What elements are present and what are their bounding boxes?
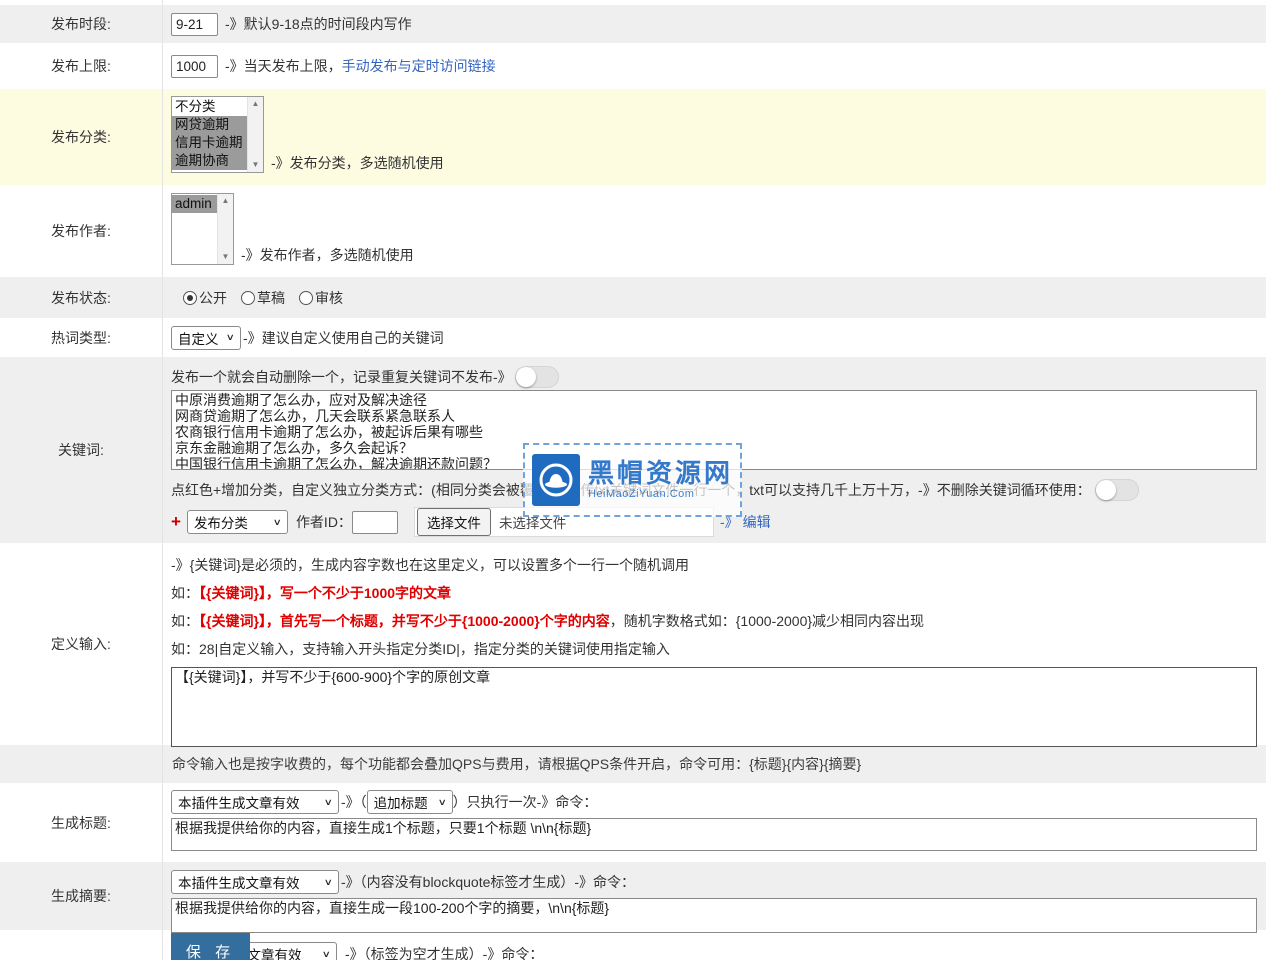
watermark-title: 黑帽资源网 xyxy=(588,460,733,487)
publish-limit-hint: -》当天发布上限， xyxy=(225,56,342,76)
add-category-button[interactable]: + xyxy=(171,512,181,532)
radio-draft[interactable] xyxy=(241,291,255,305)
listbox-scrollbar[interactable]: ▲ ▼ xyxy=(217,194,233,264)
define-input-hint3: 如：【{关键词}】，首先写一个标题，并写不少于{1000-2000}个字的内容，… xyxy=(171,611,1266,631)
auto-delete-toggle[interactable] xyxy=(515,366,559,388)
row-publish-status: 发布状态: 公开 草稿 审核 xyxy=(0,277,1266,318)
chevron-down-icon: ∨ xyxy=(226,332,235,343)
row-define-input: 定义输入: -》{关键词}是必须的，生成内容字数也在这里定义，可以设置多个一行一… xyxy=(0,543,1266,745)
category-option[interactable]: 网贷逾期 xyxy=(172,116,247,134)
row-hotword-type: 热词类型: 自定义 ∨ -》建议自定义使用自己的关键词 xyxy=(0,318,1266,357)
radio-draft-label: 草稿 xyxy=(257,288,285,308)
define-input-label: 定义输入: xyxy=(51,634,111,654)
publish-time-input[interactable] xyxy=(171,13,218,36)
keep-keywords-toggle[interactable] xyxy=(1095,479,1139,501)
row-publish-limit: 发布上限: -》当天发布上限， 手动发布与定时访问链接 xyxy=(0,43,1266,89)
auto-delete-hint: 发布一个就会自动删除一个，记录重复关键词不发布-》 xyxy=(171,367,512,387)
radio-review[interactable] xyxy=(299,291,313,305)
row-gen-title: 生成标题: 本插件生成文章有效 ∨ -》（ 追加标题 ∨ ）只执行一次-》命令：… xyxy=(0,783,1266,862)
category-option[interactable]: 信用卡逾期 xyxy=(172,134,247,152)
publish-author-label: 发布作者: xyxy=(51,221,111,241)
watermark-url: HeiMaoZiYuan.Com xyxy=(588,488,733,500)
row-publish-category: 发布分类: 不分类 网贷逾期 信用卡逾期 逾期协商 ▲ ▼ -》发布分类，多选随… xyxy=(0,89,1266,185)
listbox-scrollbar[interactable]: ▲ ▼ xyxy=(247,97,263,172)
publish-status-label: 发布状态: xyxy=(51,288,111,308)
define-input-hint1: -》{关键词}是必须的，生成内容字数也在这里定义，可以设置多个一行一个随机调用 xyxy=(171,555,1266,575)
gen-summary-after-text: -》（内容没有blockquote标签才生成）-》命令： xyxy=(341,872,635,892)
chevron-down-icon: ∨ xyxy=(322,949,331,960)
define-input-textarea[interactable]: 【{关键词}】，并写不少于{600-900}个字的原创文章 xyxy=(171,667,1257,747)
chevron-down-icon: ∨ xyxy=(324,877,333,888)
chevron-down-icon: ∨ xyxy=(324,797,333,808)
gen-title-label: 生成标题: xyxy=(51,813,111,833)
publish-author-hint: -》发布作者，多选随机使用 xyxy=(241,245,414,265)
gen-title-textarea[interactable]: 根据我提供给你的内容，直接生成1个标题，只要1个标题 \n\n{标题} xyxy=(171,818,1257,851)
gen-title-after-text: ）只执行一次-》命令： xyxy=(453,792,598,812)
hat-logo-icon xyxy=(532,454,580,506)
publish-category-hint: -》发布分类，多选随机使用 xyxy=(271,153,444,173)
keyword-category-select[interactable]: 发布分类 ∨ xyxy=(187,510,288,534)
gen-title-mid-text: -》（ xyxy=(341,792,367,812)
hotword-type-label: 热词类型: xyxy=(51,328,111,348)
gen-title-mode-select[interactable]: 本插件生成文章有效 ∨ xyxy=(171,790,339,814)
publish-time-hint: -》默认9-18点的时间段内写作 xyxy=(225,14,412,34)
author-id-input[interactable] xyxy=(352,511,398,534)
choose-file-button[interactable]: 选择文件 xyxy=(417,508,491,536)
publish-author-listbox[interactable]: admin ▲ ▼ xyxy=(171,193,234,265)
radio-public-label: 公开 xyxy=(199,288,227,308)
publish-limit-input[interactable] xyxy=(171,55,218,78)
row-gen-summary: 生成摘要: 本插件生成文章有效 ∨ -》（内容没有blockquote标签才生成… xyxy=(0,862,1266,930)
author-id-label: 作者ID： xyxy=(296,512,352,532)
chevron-down-icon: ∨ xyxy=(273,517,282,528)
hotword-type-hint: -》建议自定义使用自己的关键词 xyxy=(243,328,444,348)
example-red-text: 【{关键词}】，首先写一个标题，并写不少于{1000-2000}个字的内容 xyxy=(199,613,610,629)
author-option[interactable]: admin xyxy=(172,195,217,213)
define-input-hint4: 如：28|自定义输入，支持输入开头指定分类ID|，指定分类的关键词使用指定输入 xyxy=(171,639,1266,659)
plugin-settings-page: 发布时段: -》默认9-18点的时间段内写作 发布上限: -》当天发布上限， 手… xyxy=(0,0,1266,960)
publish-time-label: 发布时段: xyxy=(51,14,111,34)
row-publish-author: 发布作者: admin ▲ ▼ -》发布作者，多选随机使用 xyxy=(0,185,1266,277)
gen-title-append-select[interactable]: 追加标题 ∨ xyxy=(367,790,453,814)
gen-tag-after-text: -》（标签为空才生成）-》命令： xyxy=(345,944,543,960)
category-option[interactable]: 逾期协商 xyxy=(172,152,247,170)
command-banner-text: 命令输入也是按字收费的，每个功能都会叠加QPS与费用，请根据QPS条件开启，命令… xyxy=(163,745,1266,783)
scroll-down-icon[interactable]: ▼ xyxy=(222,252,230,262)
example-red-text: 【{关键词}】，写一个不少于1000字的文章 xyxy=(199,585,451,601)
manual-publish-link[interactable]: 手动发布与定时访问链接 xyxy=(342,56,496,76)
keywords-label: 关键词: xyxy=(58,440,104,460)
publish-limit-label: 发布上限: xyxy=(51,56,111,76)
edit-link[interactable]: 编辑 xyxy=(743,512,771,532)
gen-summary-label: 生成摘要: xyxy=(51,886,111,906)
scroll-up-icon[interactable]: ▲ xyxy=(252,99,260,109)
radio-public[interactable] xyxy=(183,291,197,305)
publish-category-listbox[interactable]: 不分类 网贷逾期 信用卡逾期 逾期协商 ▲ ▼ xyxy=(171,96,264,173)
scroll-down-icon[interactable]: ▼ xyxy=(252,160,260,170)
save-button[interactable]: 保 存 xyxy=(171,933,250,960)
hotword-type-select[interactable]: 自定义 ∨ xyxy=(171,326,241,350)
gen-summary-textarea[interactable]: 根据我提供给你的内容，直接生成一段100-200个字的摘要，\n\n{标题} xyxy=(171,898,1257,933)
site-watermark: 黑帽资源网 HeiMaoZiYuan.Com xyxy=(523,443,742,517)
row-publish-time: 发布时段: -》默认9-18点的时间段内写作 xyxy=(0,5,1266,43)
chevron-down-icon: ∨ xyxy=(438,797,447,808)
row-command-banner: 命令输入也是按字收费的，每个功能都会叠加QPS与费用，请根据QPS条件开启，命令… xyxy=(0,745,1266,783)
scroll-up-icon[interactable]: ▲ xyxy=(222,196,230,206)
radio-review-label: 审核 xyxy=(315,288,343,308)
row-bottom: 本插件生成文章有效 ∨ 保 存 -》（标签为空才生成）-》命令： xyxy=(0,930,1266,960)
gen-summary-mode-select[interactable]: 本插件生成文章有效 ∨ xyxy=(171,870,339,894)
publish-category-label: 发布分类: xyxy=(51,127,111,147)
category-option[interactable]: 不分类 xyxy=(172,98,247,116)
define-input-hint2: 如：【{关键词}】，写一个不少于1000字的文章 xyxy=(171,583,1266,603)
